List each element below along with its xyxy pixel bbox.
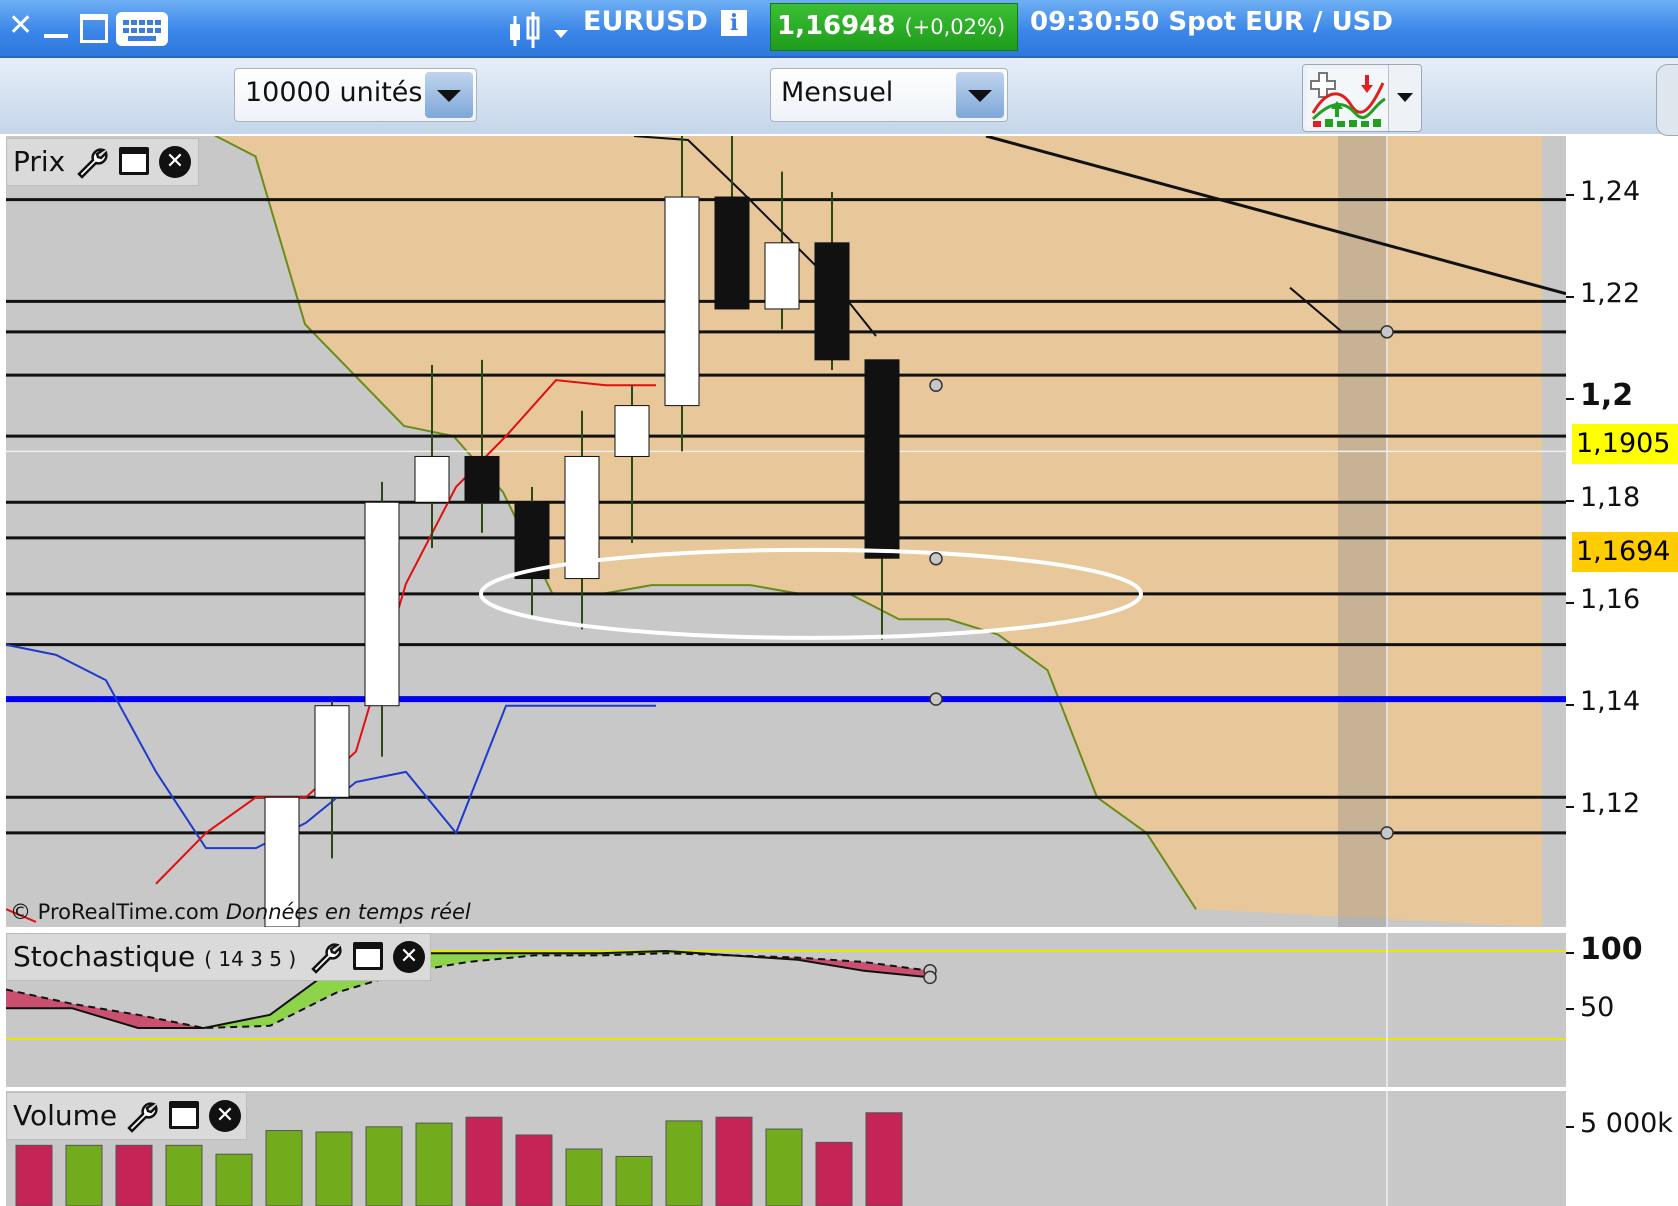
volume-bar <box>765 1128 803 1206</box>
candle-body <box>414 455 450 503</box>
side-panel-toggle[interactable] <box>1656 64 1678 136</box>
window-icon[interactable] <box>169 1101 199 1129</box>
marker-dot <box>1380 325 1394 339</box>
candle-body <box>614 405 650 457</box>
candle-body <box>814 242 850 361</box>
stochastic-panel-header: Stochastique ( 14 3 5 ) ✕ <box>6 933 431 981</box>
quantity-select[interactable]: 10000 unités <box>234 68 477 122</box>
close-panel-icon[interactable]: ✕ <box>209 1100 241 1132</box>
axis-label: 1,18 <box>1580 482 1641 513</box>
wrench-icon[interactable] <box>309 941 343 975</box>
volume-bar <box>815 1141 853 1206</box>
add-indicator-icon <box>1307 69 1389 127</box>
candle-body <box>464 455 500 503</box>
chevron-down-icon[interactable] <box>425 72 473 118</box>
keyboard-icon[interactable] <box>116 12 168 46</box>
time-and-instrument: 09:30:50 Spot EUR / USD <box>1030 7 1393 37</box>
stochastic-params: ( 14 3 5 ) <box>204 947 297 971</box>
axis-label: 1,22 <box>1580 278 1641 309</box>
price-panel-header: Prix ✕ <box>6 138 199 186</box>
marker-dot <box>929 378 943 393</box>
candle-body <box>864 359 900 559</box>
volume-bar <box>115 1144 153 1206</box>
candle-body <box>764 242 800 310</box>
candle-body <box>664 196 700 407</box>
close-panel-icon[interactable]: ✕ <box>159 146 191 178</box>
price-panel-title: Prix <box>13 145 66 178</box>
window-icon[interactable] <box>353 942 383 970</box>
info-icon[interactable]: i <box>721 10 747 36</box>
volume-axis-label: 5 000k <box>1580 1108 1673 1139</box>
volume-bar <box>865 1112 903 1206</box>
wrench-icon[interactable] <box>75 146 109 180</box>
axis-label: 1,16 <box>1580 584 1641 615</box>
volume-bar <box>515 1134 553 1206</box>
chart-type-icon[interactable] <box>506 10 576 50</box>
wrench-icon[interactable] <box>125 1100 159 1134</box>
add-indicator-button[interactable] <box>1302 64 1422 132</box>
volume-panel-header: Volume ✕ <box>6 1092 247 1140</box>
volume-bar <box>465 1116 503 1206</box>
price-tag-last: 1,1694 <box>1572 532 1678 572</box>
axis-label: 1,12 <box>1580 788 1641 819</box>
price-axis[interactable]: 1,24 1,22 1,2 1,18 1,16 1,14 1,12 1,1905… <box>1566 136 1678 1206</box>
watermark-note: Données en temps réel <box>225 900 471 924</box>
volume-bar <box>615 1155 653 1206</box>
stoch-axis-label: 100 <box>1580 932 1643 967</box>
marker-dot <box>929 551 943 566</box>
marker-dot <box>929 692 943 706</box>
axis-label: 1,24 <box>1580 176 1641 207</box>
axis-label: 1,14 <box>1580 686 1641 717</box>
volume-bar <box>315 1131 353 1206</box>
volume-bar <box>565 1148 603 1206</box>
candle-body <box>314 705 350 798</box>
timeframe-select[interactable]: Mensuel <box>770 68 1008 122</box>
marker-dot <box>923 970 937 985</box>
volume-panel-title: Volume <box>13 1099 118 1132</box>
last-price: 1,16948 <box>777 11 896 41</box>
stochastic-panel-title: Stochastique ( 14 3 5 ) <box>13 940 296 973</box>
volume-bar <box>365 1126 403 1206</box>
watermark: © ProRealTime.com Données en temps réel <box>10 900 471 924</box>
price-chart <box>6 136 1566 927</box>
stochastic-title-text: Stochastique <box>13 940 196 973</box>
stoch-axis-label: 50 <box>1580 992 1615 1023</box>
volume-bar <box>665 1120 703 1206</box>
close-icon[interactable]: ✕ <box>8 11 33 41</box>
candle-body <box>364 501 400 707</box>
maximize-icon[interactable] <box>80 14 108 43</box>
volume-bar <box>165 1144 203 1206</box>
volume-bar <box>265 1130 303 1206</box>
last-price-badge: 1,16948 (+0,02%) <box>770 3 1018 51</box>
volume-bar <box>215 1153 253 1206</box>
timeframe-value: Mensuel <box>781 77 894 108</box>
volume-bar <box>715 1116 753 1206</box>
title-bar: ✕ EURUSD i 1,16948 (+0,02%) 09:30:50 Spo… <box>0 0 1678 58</box>
watermark-brand: © ProRealTime.com <box>10 900 220 924</box>
price-change: (+0,02%) <box>904 15 1006 39</box>
quantity-value: 10000 unités <box>245 77 423 108</box>
stoch-fill <box>468 953 534 962</box>
chevron-down-icon[interactable] <box>1388 65 1421 131</box>
marker-dot <box>1380 826 1394 840</box>
volume-bar <box>415 1122 453 1206</box>
symbol-label[interactable]: EURUSD <box>583 6 708 37</box>
window-icon[interactable] <box>119 147 149 175</box>
close-panel-icon[interactable]: ✕ <box>393 941 425 973</box>
volume-bar <box>65 1144 103 1206</box>
volume-bar <box>15 1144 53 1206</box>
candle-body <box>714 196 750 310</box>
minimize-icon[interactable] <box>44 34 68 38</box>
stoch-fill <box>6 989 72 1009</box>
axis-label: 1,2 <box>1580 378 1634 413</box>
chevron-down-icon[interactable] <box>956 72 1004 118</box>
price-tag-crosshair: 1,1905 <box>1572 424 1678 464</box>
future-band <box>1338 136 1388 927</box>
